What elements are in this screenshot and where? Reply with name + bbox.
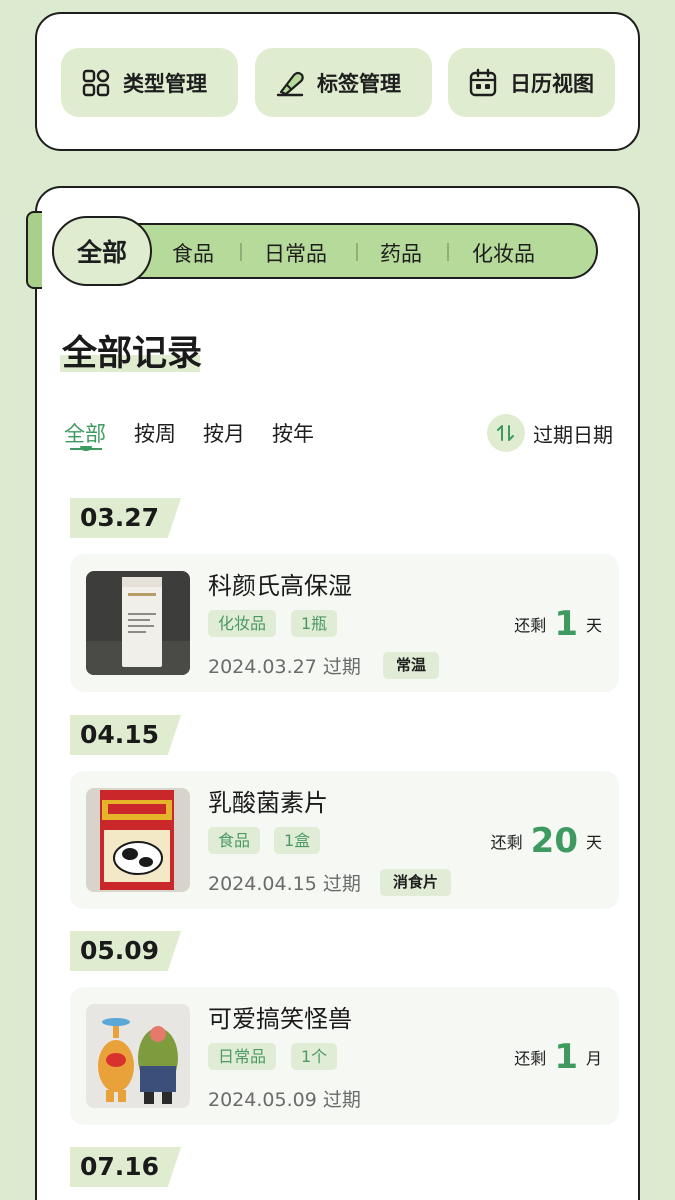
- record-item[interactable]: 可爱搞笑怪兽 日常品 1个 2024.05.09 过期 还剩 1 月: [70, 987, 619, 1125]
- remaining-number: 1: [554, 1037, 578, 1077]
- product-name: 科颜氏高保湿: [208, 572, 352, 600]
- record-item[interactable]: 乳酸菌素片 食品 1盒 2024.04.15 过期 消食片 还剩 20 天: [70, 771, 619, 909]
- product-name: 乳酸菌素片: [208, 789, 328, 817]
- category-tab-daily[interactable]: 日常品: [264, 238, 327, 268]
- category-divider: [356, 243, 358, 261]
- category-chip: 食品: [208, 827, 261, 854]
- remaining-unit: 月: [585, 1049, 602, 1068]
- calendar-icon: [469, 68, 497, 96]
- category-tab-medicine[interactable]: 药品: [380, 238, 422, 268]
- product-photo: [86, 571, 190, 675]
- date-tag: 05.09: [70, 931, 182, 971]
- quantity-chip: 1瓶: [291, 610, 338, 637]
- remaining-prefix: 还剩: [490, 833, 523, 852]
- remaining-unit: 天: [585, 833, 602, 852]
- remaining-time: 还剩 1 月: [514, 1037, 602, 1077]
- sort-by-expiry-button[interactable]: 过期日期: [487, 413, 613, 453]
- date-tag: 03.27: [70, 498, 182, 538]
- product-photo: [86, 788, 190, 892]
- product-name: 可爱搞笑怪兽: [208, 1005, 352, 1033]
- quantity-chip: 1盒: [274, 827, 321, 854]
- remaining-number: 1: [554, 604, 578, 644]
- tag-management-label: 标签管理: [317, 71, 401, 96]
- remaining-prefix: 还剩: [514, 616, 547, 635]
- category-grid-icon: [82, 69, 110, 96]
- type-management-button[interactable]: 类型管理: [61, 48, 238, 117]
- period-tab-all[interactable]: 全部: [64, 418, 106, 448]
- date-tag: 04.15: [70, 715, 182, 755]
- period-tab-month[interactable]: 按月: [203, 418, 245, 448]
- quantity-chip: 1个: [291, 1043, 338, 1070]
- quick-actions-card: 类型管理 标签管理 日历视图: [35, 12, 640, 151]
- ribbon-tail-decoration: [26, 211, 42, 289]
- storage-tag: 常温: [383, 652, 440, 679]
- date-tag: 07.16: [70, 1147, 182, 1187]
- category-divider: [240, 243, 242, 261]
- category-divider: [447, 243, 449, 261]
- record-item[interactable]: 科颜氏高保湿 化妆品 1瓶 2024.03.27 过期 常温 还剩 1 天: [70, 554, 619, 692]
- remaining-time: 还剩 20 天: [491, 821, 602, 861]
- remaining-prefix: 还剩: [514, 1049, 547, 1068]
- remaining-unit: 天: [585, 616, 602, 635]
- sort-label: 过期日期: [533, 422, 613, 447]
- expiry-date-text: 2024.04.15 过期: [208, 873, 361, 895]
- tag-edit-icon: [276, 71, 304, 96]
- category-tab-all[interactable]: 全部: [52, 216, 152, 286]
- category-chip: 日常品: [208, 1043, 277, 1070]
- sort-icon: [487, 414, 525, 452]
- storage-tag: 消食片: [380, 869, 452, 896]
- tag-management-button[interactable]: 标签管理: [255, 48, 432, 117]
- remaining-number: 20: [530, 821, 578, 861]
- product-photo: [86, 1004, 190, 1108]
- calendar-view-button[interactable]: 日历视图: [448, 48, 615, 117]
- period-tab-year[interactable]: 按年: [272, 418, 314, 448]
- category-tab-cosmetics[interactable]: 化妆品: [472, 238, 535, 268]
- calendar-view-label: 日历视图: [510, 71, 594, 96]
- expiry-date-text: 2024.05.09 过期: [208, 1089, 361, 1111]
- category-tab-food[interactable]: 食品: [172, 238, 214, 268]
- expiry-date-text: 2024.03.27 过期: [208, 656, 361, 678]
- type-management-label: 类型管理: [123, 71, 207, 96]
- page-title: 全部记录: [62, 334, 203, 374]
- period-tab-week[interactable]: 按周: [134, 418, 176, 448]
- category-chip: 化妆品: [208, 610, 277, 637]
- remaining-time: 还剩 1 天: [514, 604, 602, 644]
